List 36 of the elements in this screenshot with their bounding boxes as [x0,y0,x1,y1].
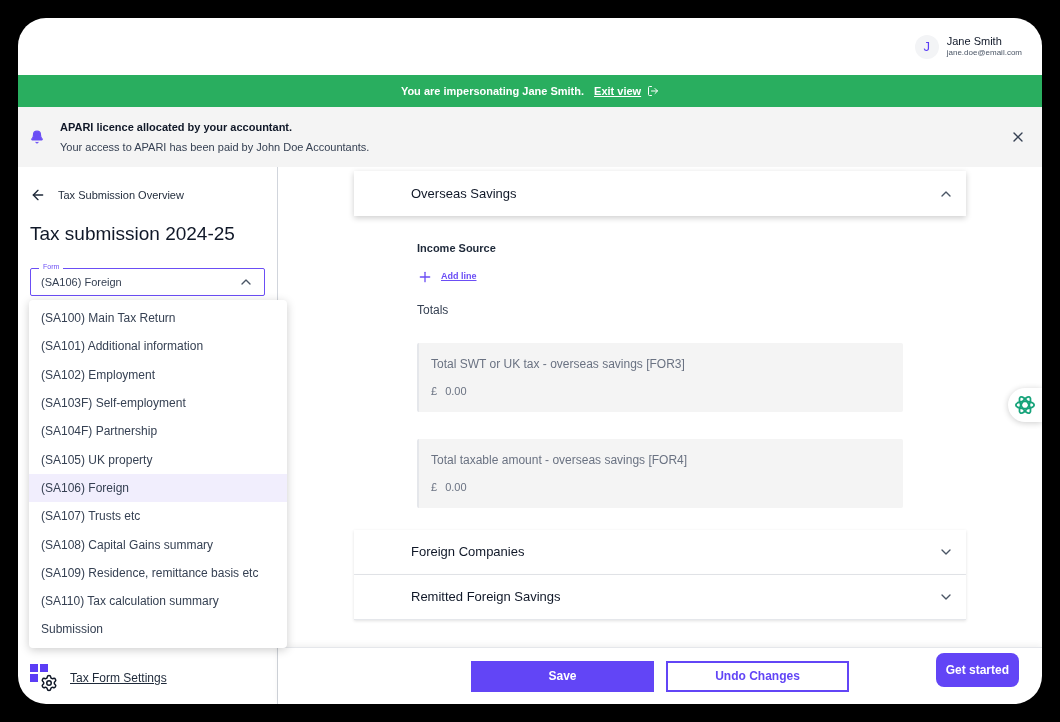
tax-form-settings-link[interactable]: Tax Form Settings [70,669,167,687]
form-option[interactable]: Submission [29,615,287,644]
form-option[interactable]: (SA109) Residence, remittance basis etc [29,558,287,587]
readonly-field[interactable]: Total SWT or UK tax - overseas savings [FOR3] £ 0.00 [417,342,903,412]
notice-title: APARI licence allocated by your accountant. [60,119,294,135]
bell-icon [30,130,44,144]
user-email: jane.doe@email.com [946,48,1022,59]
totals-label: Totals [417,301,450,319]
accordion-header[interactable]: Overseas Savings [354,171,966,216]
add-line-link[interactable]: Add line [441,269,477,284]
save-button[interactable]: Save [471,660,654,692]
user-name: Jane Smith [946,34,1003,49]
accordion-header[interactable]: Remitted Foreign Savings [354,574,966,620]
form-option[interactable]: (SA102) Employment [29,360,287,389]
form-option[interactable]: (SA108) Capital Gains summary [29,530,287,559]
exit-icon [647,85,660,97]
page-title: Tax submission 2024-25 [29,221,236,246]
assistant-button[interactable] [1008,388,1042,422]
form-option[interactable]: (SA110) Tax calculation summary [29,586,287,616]
form-option[interactable]: (SA106) Foreign [29,473,287,503]
avatar[interactable]: J [914,34,939,59]
grid-gear-icon [30,664,58,692]
form-option[interactable]: (SA107) Trusts etc [29,502,287,531]
undo-changes-button[interactable]: Undo Changes [666,660,849,692]
form-option[interactable]: (SA100) Main Tax Return [29,304,287,333]
banner-text: You are impersonating Jane Smith. [400,83,585,99]
get-started-button[interactable]: Get started [935,653,1019,687]
readonly-field[interactable]: Total taxable amount - overseas savings [FOR4] £ 0.00 [417,438,903,508]
form-option[interactable]: (SA105) UK property [29,445,287,474]
back-link[interactable]: Tax Submission Overview [58,187,184,204]
form-option[interactable]: (SA104F) Partnership [29,417,287,446]
section-subheading: Income Source [417,241,497,256]
form-option[interactable]: (SA101) Additional information [29,332,287,361]
notice-body: Your access to APARI has been paid by John Doe Accountants. [60,140,371,155]
form-option[interactable]: (SA103F) Self-employment [29,388,287,418]
accordion-header[interactable]: Foreign Companies [354,529,966,575]
